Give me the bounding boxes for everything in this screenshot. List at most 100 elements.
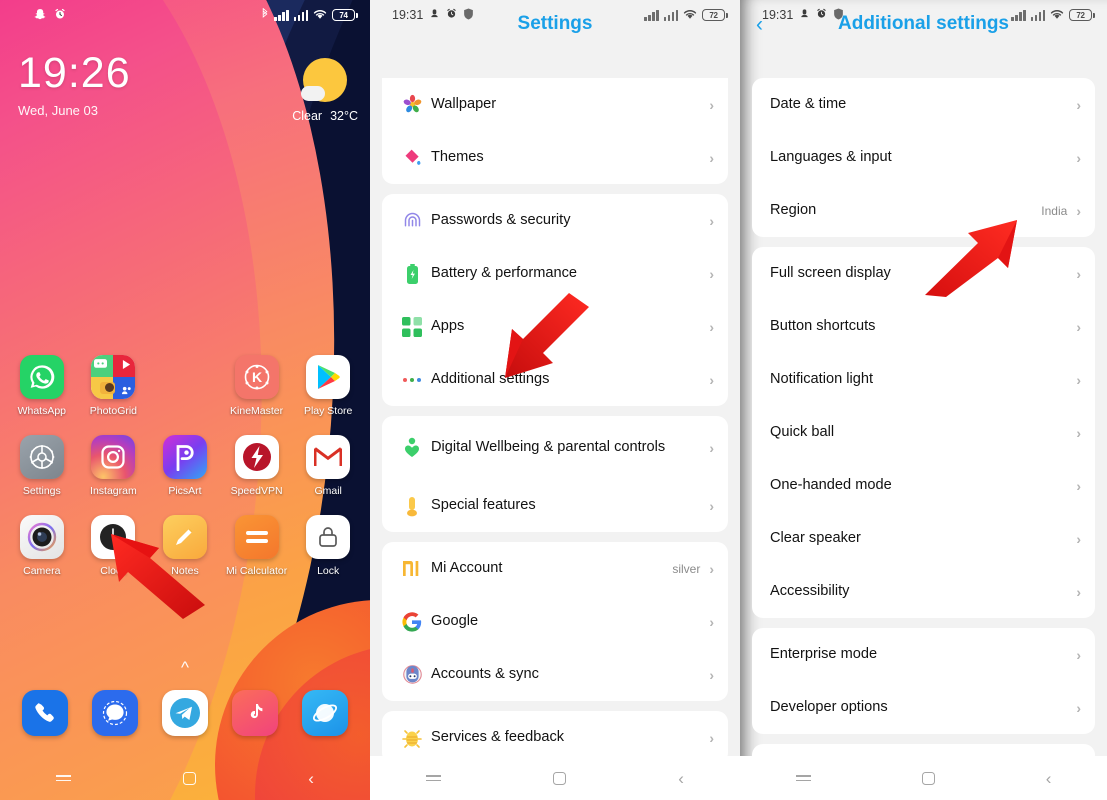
additional-item-clear-speaker[interactable]: Clear speaker › <box>752 512 1095 565</box>
app-mi-calculator[interactable]: Mi Calculator <box>225 515 289 577</box>
weather-temperature: 32°C <box>330 109 358 123</box>
app-clock[interactable]: Clock <box>81 515 145 577</box>
app-label: PhotoGrid <box>89 405 138 417</box>
services-bug-icon <box>395 727 429 749</box>
settings-scroll-area[interactable]: Wallpaper › Themes › Passwords & securit… <box>370 78 740 764</box>
app-camera[interactable]: Camera <box>10 515 74 577</box>
themes-icon <box>395 147 429 168</box>
settings-item-apps[interactable]: Apps › <box>382 300 728 353</box>
settings-item-battery-performance[interactable]: Battery & performance › <box>382 247 728 300</box>
app-photogrid[interactable]: PhotoGrid <box>81 355 145 417</box>
chevron-right-icon: › <box>1076 530 1081 547</box>
settings-item-google[interactable]: Google › <box>382 595 728 648</box>
settings-item-label: Accounts & sync <box>431 666 539 683</box>
signal-bars-icon-sim2 <box>293 9 308 21</box>
app-label: Clock <box>100 565 127 578</box>
settings-group-appearance: Wallpaper › Themes › <box>382 78 728 184</box>
app-instagram[interactable]: Instagram <box>81 435 145 497</box>
settings-item-label: Services & feedback <box>431 729 565 746</box>
app-row-1: WhatsApp PhotoGrid K KineMaster Play Sto… <box>0 355 370 417</box>
wifi-icon <box>313 9 327 22</box>
dock-browser[interactable] <box>293 690 357 736</box>
settings-item-label: Battery & performance <box>431 265 578 282</box>
instagram-icon <box>91 435 136 480</box>
menu-icon[interactable] <box>426 774 442 782</box>
settings-item-passwords-security[interactable]: Passwords & security › <box>382 194 728 247</box>
home-icon[interactable] <box>553 771 567 785</box>
tiktok-icon <box>232 690 278 736</box>
settings-item-label: Wallpaper <box>431 96 497 113</box>
additional-item-label: Button shortcuts <box>770 318 876 335</box>
dock-tiktok[interactable] <box>223 690 287 736</box>
settings-item-mi-account[interactable]: Mi Account silver › <box>382 542 728 595</box>
signal-bars-icon-sim2 <box>663 9 678 21</box>
dock-phone[interactable] <box>13 690 77 736</box>
additional-item-label: One-handed mode <box>770 477 892 494</box>
additional-item-enterprise-mode[interactable]: Enterprise mode › <box>752 628 1095 681</box>
settings-item-label: Mi Account <box>431 560 503 577</box>
chevron-up-icon[interactable]: ^ <box>0 658 370 678</box>
app-speedvpn[interactable]: SpeedVPN <box>225 435 289 497</box>
dock-telegram[interactable] <box>153 690 217 736</box>
additional-item-languages-input[interactable]: Languages & input › <box>752 131 1095 184</box>
app-label: Instagram <box>90 485 137 498</box>
settings-item-special-features[interactable]: Special features › <box>382 479 728 532</box>
app-kinemaster[interactable]: K KineMaster <box>225 355 289 417</box>
signal-bars-icon-sim2 <box>1030 9 1045 21</box>
app-play-store[interactable]: Play Store <box>296 355 360 417</box>
speedvpn-icon <box>234 435 279 480</box>
additional-item-label: Region <box>770 202 817 219</box>
back-icon[interactable]: ‹ <box>678 770 684 787</box>
notes-icon <box>162 515 207 560</box>
additional-item-label: Quick ball <box>770 424 835 441</box>
apps-grid-icon <box>395 316 429 337</box>
chevron-right-icon: › <box>709 265 714 282</box>
settings-item-wallpaper[interactable]: Wallpaper › <box>382 78 728 131</box>
home-icon[interactable] <box>183 771 197 785</box>
additional-item-label: Languages & input <box>770 149 892 166</box>
additional-item-region[interactable]: Region India › <box>752 184 1095 237</box>
clock-date: Wed, June 03 <box>18 103 98 118</box>
app-row-3: Camera Clock Notes Mi Calculator Lock <box>0 515 370 577</box>
additional-item-full-screen-display[interactable]: Full screen display › <box>752 247 1095 300</box>
back-icon[interactable]: ‹ <box>308 770 314 787</box>
additional-item-date-time[interactable]: Date & time › <box>752 78 1095 131</box>
battery-level-text: 72 <box>1069 9 1092 21</box>
dock-signal[interactable] <box>83 690 147 736</box>
weather-widget[interactable]: Clear 32°C <box>292 58 358 123</box>
menu-icon[interactable] <box>56 774 72 782</box>
chevron-right-icon: › <box>1076 371 1081 388</box>
three-dots-icon <box>395 377 429 382</box>
settings-group-wellbeing: Digital Wellbeing & parental controls › … <box>382 416 728 532</box>
clock-icon <box>91 515 136 560</box>
settings-item-themes[interactable]: Themes › <box>382 131 728 184</box>
chevron-right-icon: › <box>1076 477 1081 494</box>
home-icon[interactable] <box>921 771 935 785</box>
app-picsart[interactable]: PicsArt <box>153 435 217 497</box>
app-notes[interactable]: Notes <box>153 515 217 577</box>
app-lock[interactable]: Lock <box>296 515 360 577</box>
additional-item-accessibility[interactable]: Accessibility › <box>752 565 1095 618</box>
additional-item-one-handed-mode[interactable]: One-handed mode › <box>752 459 1095 512</box>
additional-item-button-shortcuts[interactable]: Button shortcuts › <box>752 300 1095 353</box>
app-whatsapp[interactable]: WhatsApp <box>10 355 74 417</box>
app-spacer <box>153 355 217 417</box>
back-icon[interactable]: ‹ <box>1046 770 1052 787</box>
battery-level-text: 74 <box>332 9 355 21</box>
settings-gear-icon <box>19 435 64 480</box>
app-label: KineMaster <box>230 405 284 417</box>
settings-item-additional-settings[interactable]: Additional settings › <box>382 353 728 406</box>
additional-item-quick-ball[interactable]: Quick ball › <box>752 406 1095 459</box>
picsart-icon <box>162 435 207 480</box>
app-gmail[interactable]: Gmail <box>296 435 360 497</box>
lockclock-widget[interactable]: 19:26 Wed, June 03 <box>18 52 131 119</box>
additional-item-notification-light[interactable]: Notification light › <box>752 353 1095 406</box>
chevron-right-icon: › <box>1076 583 1081 600</box>
settings-item-digital-wellbeing[interactable]: Digital Wellbeing & parental controls › <box>382 416 728 479</box>
app-label: Camera <box>23 565 61 578</box>
additional-scroll-area[interactable]: Date & time › Languages & input › Region… <box>740 78 1107 758</box>
app-settings[interactable]: Settings <box>10 435 74 497</box>
menu-icon[interactable] <box>795 774 811 782</box>
settings-item-accounts-sync[interactable]: Accounts & sync › <box>382 648 728 701</box>
additional-item-developer-options[interactable]: Developer options › <box>752 681 1095 734</box>
